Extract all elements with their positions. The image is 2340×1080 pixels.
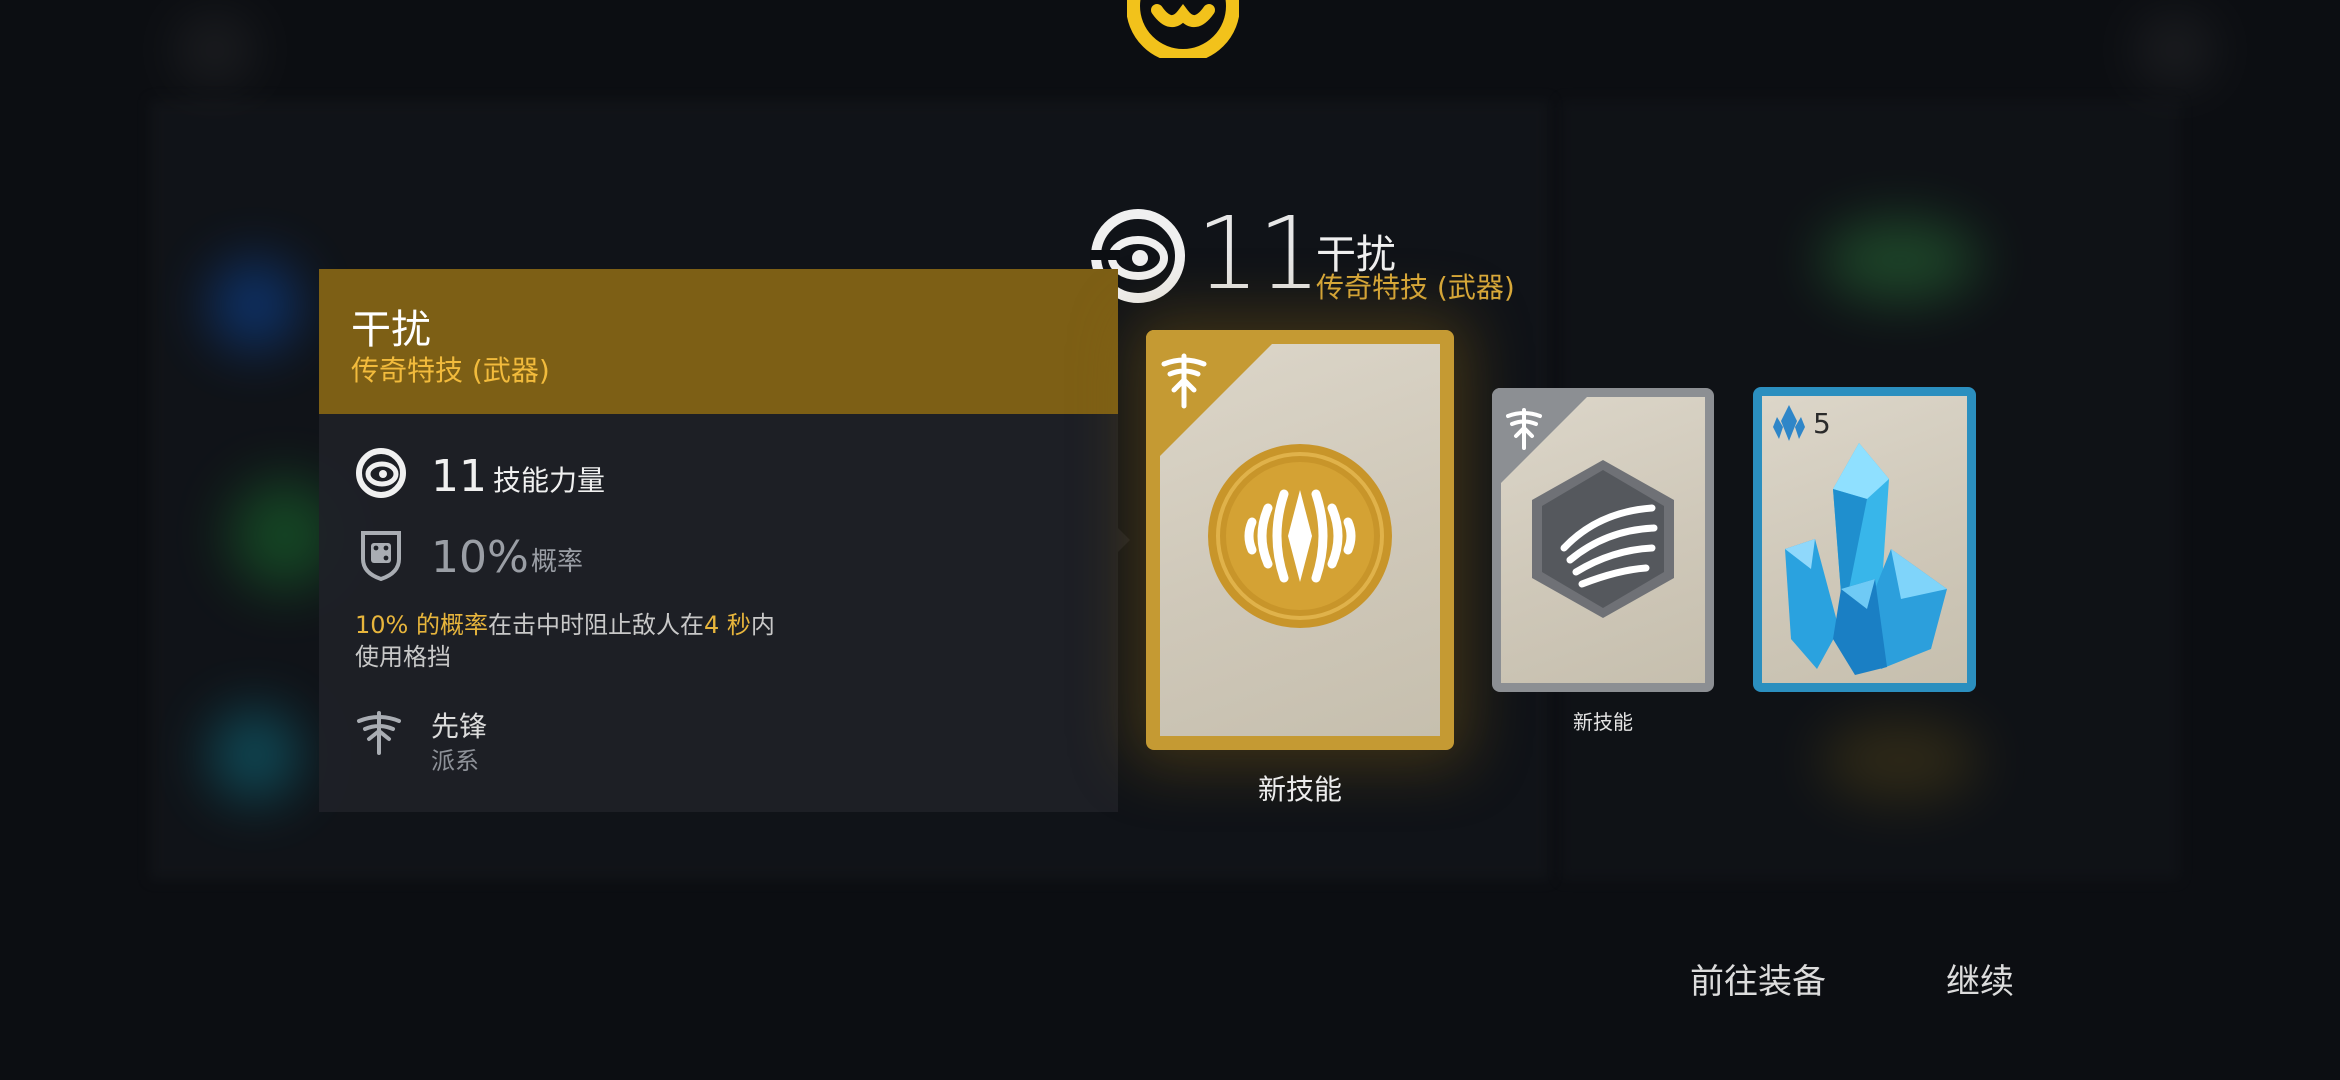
vanguard-icon [357,711,401,755]
card-label-new-skill: 新技能 [1573,710,1633,734]
panel-subtitle: 传奇特技 (武器) [351,354,550,387]
skill-power-value: 11 [431,451,487,502]
desc-text: 使用格挡 [355,643,451,671]
panel-pointer [1118,528,1130,552]
skill-power-label: 技能力量 [493,464,606,497]
claw-hexagon-icon [1532,460,1674,618]
crystal-small-icon [1773,405,1805,441]
skill-info-panel: 干扰 传奇特技 (武器) 11 技能力量 10% 概率 10% 的概率在击中时阻… [319,269,1118,812]
desc-text: 内 [750,611,775,639]
skill-description: 10% 的概率在击中时阻止敌人在4 秒内使用格挡 [355,609,955,673]
crystal-count: 5 [1813,407,1831,440]
continue-button[interactable]: 继续 [1946,954,2014,1003]
chance-label: 概率 [531,547,584,577]
panel-title: 干扰 [351,307,431,353]
go-to-equip-button[interactable]: 前往装备 [1690,954,1826,1003]
skill-power-icon [356,448,406,498]
desc-text: 在击中时阻止敌人在 [487,611,704,639]
reward-card-common[interactable] [1492,388,1714,692]
faction-name: 先锋 [431,710,488,743]
panel-header: 干扰 传奇特技 (武器) [319,269,1118,414]
reward-card-legendary[interactable] [1146,330,1454,750]
blue-crystal-icon [1785,443,1947,675]
desc-highlight-chance: 10% 的概率 [355,611,488,639]
desc-highlight-duration: 4 秒 [703,611,751,639]
game-logo-icon [1127,0,1239,58]
header-subtitle: 传奇特技 (武器) [1316,271,1515,304]
header-power-value: 11 [1196,195,1321,312]
faction-label: 派系 [431,747,479,775]
reward-card-crystals[interactable]: 5 [1753,387,1976,692]
card-label-new-skill: 新技能 [1257,773,1342,806]
dice-shield-icon [361,531,401,581]
chance-value: 10% [431,532,529,583]
interference-emblem-icon [1208,444,1392,628]
